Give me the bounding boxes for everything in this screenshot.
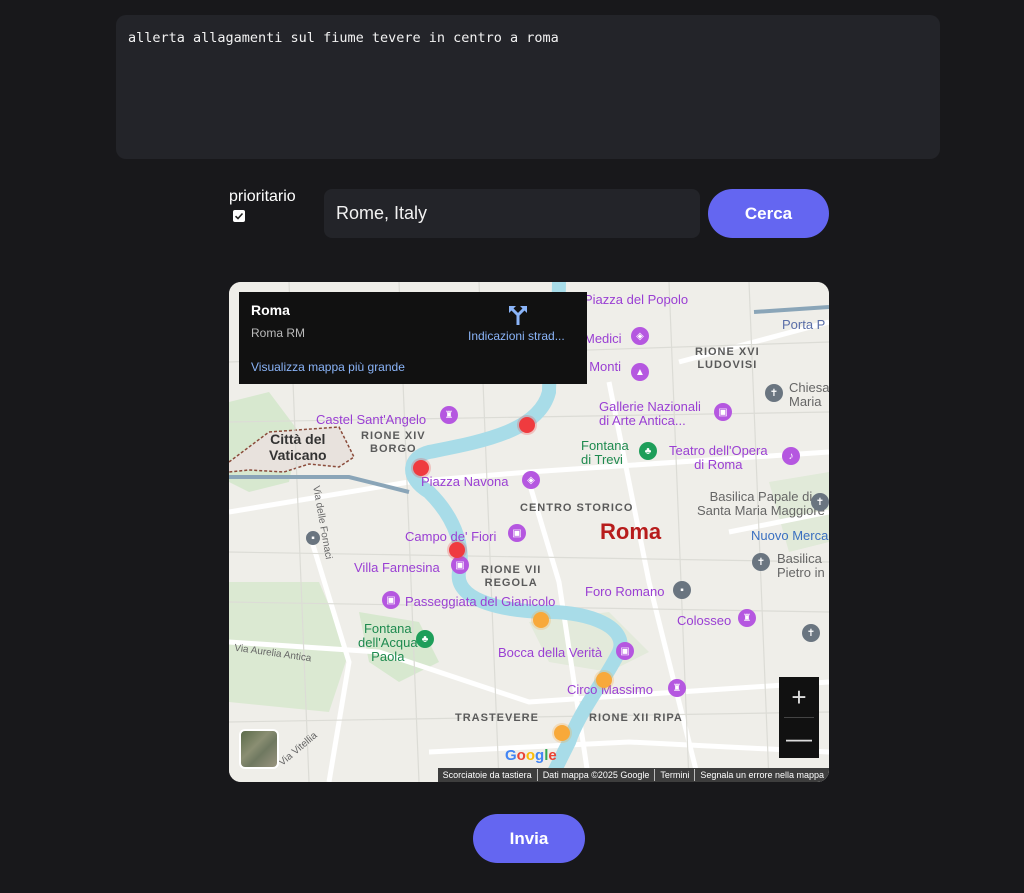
zoom-controls: + — (779, 677, 819, 758)
priority-checkbox[interactable] (233, 210, 245, 222)
label-campo-fiori: Campo de' Fiori (405, 529, 497, 544)
label-centro-storico: CENTRO STORICO (520, 502, 634, 514)
poi-foro-icon[interactable]: ▪ (673, 581, 691, 599)
poi-circo-icon[interactable]: ♜ (668, 679, 686, 697)
map[interactable]: Piazza del Popolo Porta P Medici Trinità… (229, 282, 829, 782)
map-data-text: Dati mappa ©2025 Google (536, 769, 655, 781)
label-teatro-opera: Teatro dell'Opera di Roma (669, 443, 768, 472)
label-basilica-maggiore: Basilica Papale di Santa Maria Maggiore (697, 489, 825, 518)
label-citta-vaticano: Città del Vaticano (269, 431, 327, 463)
label-piazza-del-popolo: Piazza del Popolo (584, 292, 689, 307)
poi-fontana-trevi-icon[interactable]: ♣ (639, 442, 657, 460)
poi-colosseo-icon[interactable]: ♜ (738, 609, 756, 627)
alert-marker-orange[interactable] (533, 612, 549, 628)
poi-piazza-navona-icon[interactable]: ◈ (522, 471, 540, 489)
label-piazza-navona: Piazza Navona (421, 474, 509, 489)
label-porta-pia: Porta P (782, 317, 826, 332)
poi-trinita-icon[interactable]: ▲ (631, 363, 649, 381)
label-nuovo-merca: Nuovo Merca (751, 528, 829, 543)
label-villa-farnesina: Villa Farnesina (354, 560, 440, 575)
poi-church-icon[interactable]: ✝ (765, 384, 783, 402)
label-fontana-acqua: Fontana dell'Acqua Paola (358, 621, 418, 664)
send-button[interactable]: Invia (473, 814, 585, 863)
alert-marker-orange[interactable] (596, 672, 612, 688)
poi-passeggiata-icon[interactable]: ▣ (382, 591, 400, 609)
zoom-out-button[interactable]: — (779, 718, 819, 758)
label-rione-xii: RIONE XII RIPA (589, 712, 683, 724)
label-passeggiata: Passeggiata del Gianicolo (405, 594, 556, 609)
directions-icon[interactable] (507, 304, 529, 326)
label-roma: Roma (600, 519, 662, 544)
location-input[interactable] (324, 189, 700, 238)
poi-medici-icon[interactable]: ◈ (631, 327, 649, 345)
map-info-card: Roma Roma RM Indicazioni strad... Visual… (239, 292, 587, 384)
alert-marker-red[interactable] (519, 417, 535, 433)
terms-link[interactable]: Termini (654, 769, 694, 781)
poi-villa-farnesina-icon[interactable]: ▣ (451, 556, 469, 574)
keyboard-shortcuts-link[interactable]: Scorciatoie da tastiera (438, 769, 537, 781)
query-textarea-container: allerta allagamenti sul fiume tevere in … (116, 15, 940, 159)
poi-bus-icon[interactable]: ▪ (306, 531, 320, 545)
priority-label: prioritario (229, 188, 296, 205)
search-button[interactable]: Cerca (708, 189, 829, 238)
larger-map-link[interactable]: Visualizza mappa più grande (251, 360, 405, 374)
map-attribution: Scorciatoie da tastiera Dati mappa ©2025… (437, 768, 829, 782)
report-error-link[interactable]: Segnala un errore nella mappa (694, 769, 829, 781)
alert-marker-orange[interactable] (554, 725, 570, 741)
poi-castel-icon[interactable]: ♜ (440, 406, 458, 424)
poi-bocca-icon[interactable]: ▣ (616, 642, 634, 660)
directions-link[interactable]: Indicazioni strad... (468, 329, 565, 343)
poi-opera-icon[interactable]: ♪ (782, 447, 800, 465)
label-rione-vii: RIONE VII REGOLA (481, 564, 542, 589)
alert-marker-red[interactable] (449, 542, 465, 558)
alert-marker-red[interactable] (413, 460, 429, 476)
poi-church2-icon[interactable]: ✝ (802, 624, 820, 642)
label-colosseo: Colosseo (677, 613, 732, 628)
label-fontana-trevi: Fontana di Trevi (581, 438, 629, 467)
poi-campo-icon[interactable]: ▣ (508, 524, 526, 542)
poi-fontana-acqua-icon[interactable]: ♣ (416, 630, 434, 648)
label-rione-xiv: RIONE XIV BORGO (361, 430, 426, 455)
query-textarea[interactable]: allerta allagamenti sul fiume tevere in … (116, 15, 940, 159)
label-medici: Medici (584, 331, 622, 346)
label-chiesa-maria: Chiesa Maria (789, 380, 829, 409)
poi-basilica-pietro-icon[interactable]: ✝ (752, 553, 770, 571)
satellite-toggle[interactable] (239, 729, 279, 769)
label-bocca-verita: Bocca della Verità (498, 645, 603, 660)
google-logo: Google (505, 747, 557, 764)
label-trastevere: TRASTEVERE (455, 712, 539, 724)
poi-basilica-icon[interactable]: ✝ (811, 493, 829, 511)
label-castel-santangelo: Castel Sant'Angelo (316, 412, 427, 427)
label-foro-romano: Foro Romano (585, 584, 665, 599)
poi-gallerie-icon[interactable]: ▣ (714, 403, 732, 421)
label-basilica-pietro: Basilica Pietro in (777, 551, 825, 580)
check-icon (234, 212, 244, 220)
label-gallerie: Gallerie Nazionali di Arte Antica... (599, 399, 701, 428)
label-rione-xvi: RIONE XVI LUDOVISI (695, 346, 760, 371)
zoom-in-button[interactable]: + (779, 677, 819, 717)
